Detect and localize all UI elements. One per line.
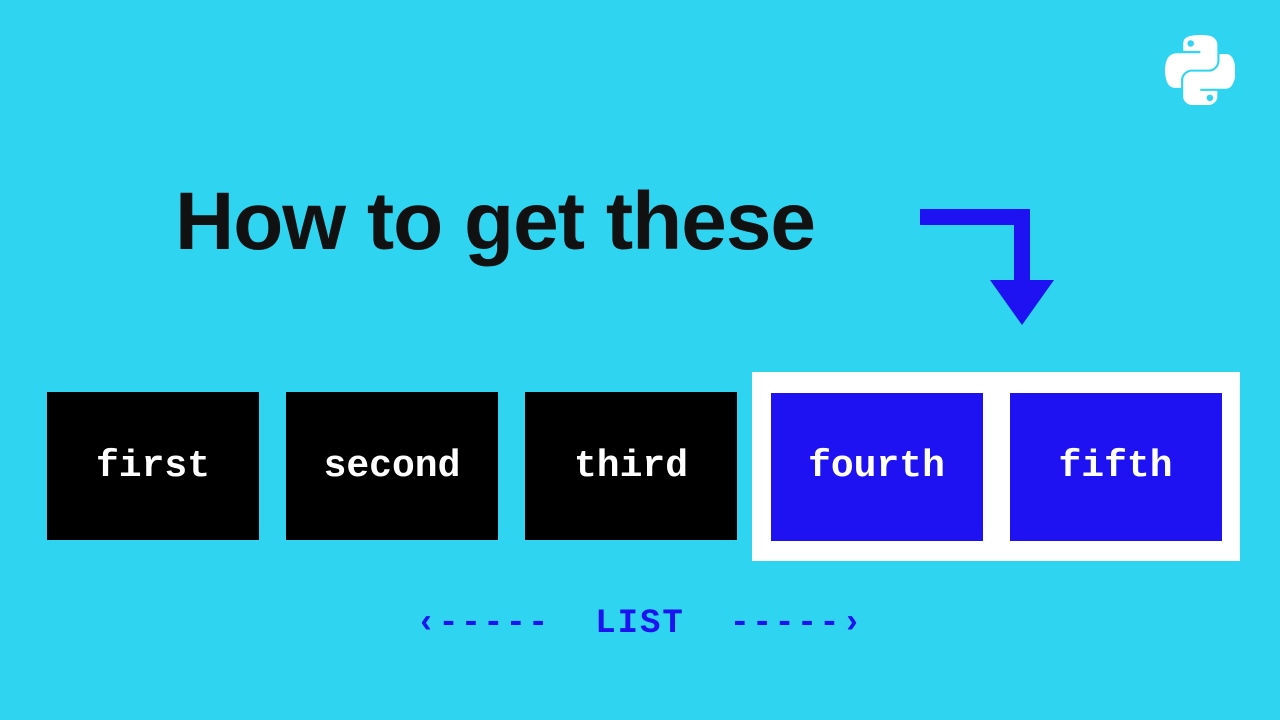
list-item: third: [525, 392, 737, 540]
list-item-highlighted: fourth: [771, 393, 983, 541]
python-logo-icon: [1165, 35, 1235, 110]
list-label: ‹----- LIST -----›: [0, 605, 1280, 643]
list-item-highlighted: fifth: [1010, 393, 1222, 541]
arrow-down-icon: [920, 195, 1080, 340]
list-item: second: [286, 392, 498, 540]
page-title: How to get these: [175, 175, 815, 269]
list-row: first second third: [47, 392, 764, 540]
arrow-left-icon: ‹-----: [416, 605, 550, 643]
highlight-box: fourth fifth: [752, 372, 1240, 561]
arrow-right-icon: -----›: [730, 605, 864, 643]
list-item: first: [47, 392, 259, 540]
